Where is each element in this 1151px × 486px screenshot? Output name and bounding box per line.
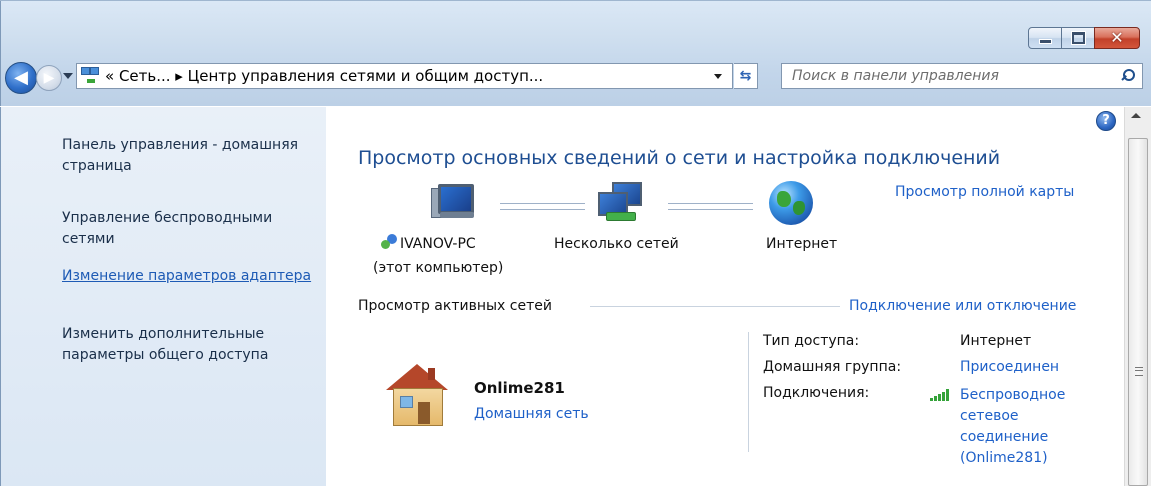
close-button[interactable]: ✕ xyxy=(1094,27,1140,49)
wireless-connection-link[interactable]: Беспроводное сетевое соединение (Onlime2… xyxy=(960,385,1110,469)
active-networks-label: Просмотр активных сетей xyxy=(358,298,558,314)
access-type-label: Тип доступа: xyxy=(763,333,860,349)
this-computer-label: (этот компьютер) xyxy=(373,260,504,276)
view-full-map-link[interactable]: Просмотр полной карты xyxy=(895,184,1074,200)
page-title: Просмотр основных сведений о сети и наст… xyxy=(358,147,1001,169)
minimize-button[interactable] xyxy=(1028,27,1062,49)
forward-button[interactable]: ▶ xyxy=(36,65,62,91)
back-button[interactable]: ◀ xyxy=(5,62,37,94)
network-folder-icon xyxy=(81,67,99,85)
connect-disconnect-link[interactable]: Подключение или отключение xyxy=(845,298,1077,314)
homegroup-value-link[interactable]: Присоединен xyxy=(960,359,1059,375)
computer-icon[interactable] xyxy=(430,182,480,228)
control-panel-window: ✕ ◀ ▶ « Сеть... ▸ Центр управления сетям… xyxy=(0,0,1151,486)
globe-icon[interactable] xyxy=(769,181,813,225)
scroll-thumb[interactable] xyxy=(1128,138,1148,486)
address-path[interactable]: « Сеть... ▸ Центр управления сетями и об… xyxy=(105,67,543,85)
home-network-icon[interactable] xyxy=(386,364,448,428)
maximize-icon xyxy=(1070,31,1086,45)
multiple-networks-label: Несколько сетей xyxy=(554,236,679,252)
network-map-line xyxy=(500,203,585,210)
search-input[interactable]: Поиск в панели управления xyxy=(792,68,1120,84)
vertical-divider xyxy=(748,332,749,452)
wireless-signal-icon xyxy=(930,389,952,401)
address-bar[interactable]: « Сеть... ▸ Центр управления сетями и об… xyxy=(76,63,733,89)
network-type-link[interactable]: Домашняя сеть xyxy=(474,406,589,422)
scroll-grip-icon xyxy=(1135,367,1143,376)
refresh-icon: ⇆ xyxy=(739,68,752,84)
computer-name-label: IVANOV-PC xyxy=(400,236,476,252)
recent-pages-dropdown[interactable] xyxy=(63,73,73,79)
help-icon[interactable]: ? xyxy=(1096,111,1116,131)
maximize-button[interactable] xyxy=(1061,27,1095,49)
network-name: Onlime281 xyxy=(474,379,565,397)
minimize-icon xyxy=(1038,39,1052,44)
network-user-icon xyxy=(381,234,401,250)
vertical-scrollbar[interactable] xyxy=(1124,107,1151,486)
sidebar-item-control-panel-home[interactable]: Панель управления - домашняя страница xyxy=(62,135,317,177)
multiple-networks-icon[interactable] xyxy=(596,182,646,228)
connections-label: Подключения: xyxy=(763,385,870,401)
homegroup-label: Домашняя группа: xyxy=(763,359,902,375)
sidebar-item-change-adapter-settings[interactable]: Изменение параметров адаптера xyxy=(62,266,317,287)
forward-arrow-icon: ▶ xyxy=(43,70,55,86)
caption-buttons: ✕ xyxy=(1028,27,1140,49)
network-map-line xyxy=(668,203,753,210)
search-icon[interactable] xyxy=(1120,68,1136,84)
sidebar-item-advanced-sharing[interactable]: Изменить дополнительные параметры общего… xyxy=(62,324,317,366)
sidebar-item-manage-wireless[interactable]: Управление беспроводными сетями xyxy=(62,208,317,250)
close-icon: ✕ xyxy=(1110,28,1124,47)
internet-label: Интернет xyxy=(766,236,838,252)
search-box[interactable]: Поиск в панели управления xyxy=(781,63,1143,89)
address-dropdown-icon[interactable] xyxy=(714,74,722,79)
section-divider xyxy=(590,306,840,307)
refresh-button[interactable]: ⇆ xyxy=(734,63,758,89)
back-arrow-icon: ◀ xyxy=(14,67,28,88)
scroll-up-icon[interactable] xyxy=(1131,113,1141,118)
navigation-bar: ◀ ▶ « Сеть... ▸ Центр управления сетями … xyxy=(0,59,1151,95)
access-type-value: Интернет xyxy=(960,333,1032,349)
window-frame-top-line xyxy=(0,0,1151,1)
